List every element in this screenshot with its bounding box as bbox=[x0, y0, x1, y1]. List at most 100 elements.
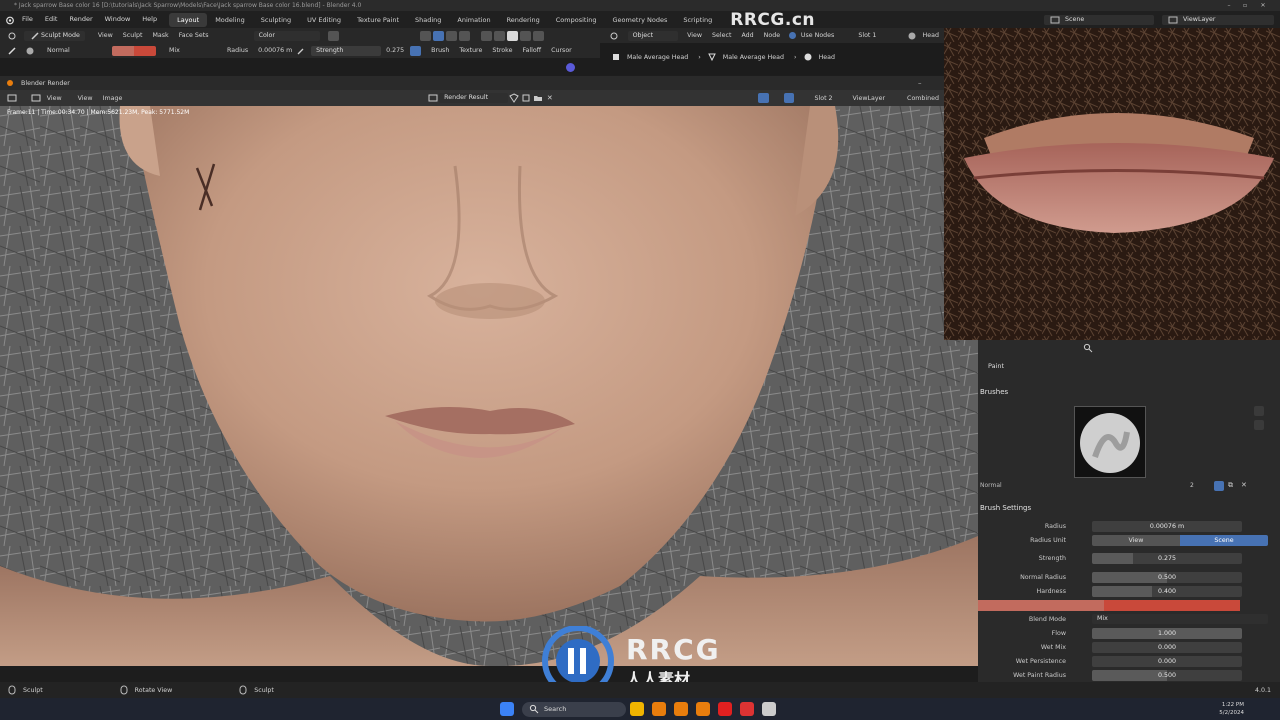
image-menu-view[interactable]: View bbox=[73, 95, 98, 102]
secondary-color-swatch[interactable] bbox=[134, 45, 156, 56]
chevron-down-icon[interactable] bbox=[1254, 406, 1264, 416]
scene-selector[interactable]: Scene bbox=[1044, 14, 1154, 25]
close-icon[interactable]: ✕ bbox=[544, 92, 556, 104]
y-mirror-toggle[interactable] bbox=[445, 30, 457, 41]
node-menu-select[interactable]: Select bbox=[707, 32, 736, 39]
menu-sculpt[interactable]: Sculpt bbox=[118, 32, 148, 39]
material-shading-icon[interactable] bbox=[519, 30, 531, 41]
tab-rendering[interactable]: Rendering bbox=[499, 13, 548, 27]
color-attribute-selector[interactable]: Color bbox=[253, 30, 320, 41]
blend-mode-selector[interactable]: Mix bbox=[164, 47, 222, 54]
minimize-icon[interactable]: – bbox=[1222, 0, 1236, 11]
viewlayer-selector[interactable]: ViewLayer bbox=[1162, 14, 1274, 25]
close-icon[interactable]: ✕ bbox=[1241, 481, 1247, 489]
duplicate-icon[interactable] bbox=[520, 92, 532, 104]
strength-pressure-toggle[interactable] bbox=[410, 45, 422, 56]
brush-name[interactable]: Normal bbox=[42, 47, 112, 54]
menu-cursor[interactable]: Cursor bbox=[546, 47, 577, 54]
brush-datablock-name[interactable]: Normal bbox=[980, 482, 1002, 489]
taskbar-search[interactable]: Search bbox=[522, 701, 626, 717]
radius-slider[interactable]: 0.00076 m bbox=[1092, 521, 1242, 532]
gizmo-toggle[interactable] bbox=[757, 93, 769, 103]
display-channels-toggle[interactable] bbox=[783, 93, 795, 103]
file-explorer-icon[interactable] bbox=[630, 702, 644, 716]
primary-color-field[interactable] bbox=[978, 600, 1104, 611]
strength-slider[interactable]: 0.275 bbox=[1092, 553, 1242, 564]
image-menu-image[interactable]: Image bbox=[98, 95, 128, 102]
secondary-color-field[interactable] bbox=[1104, 600, 1240, 611]
tab-geometry-nodes[interactable]: Geometry Nodes bbox=[605, 13, 676, 27]
overlay-icon[interactable] bbox=[480, 30, 492, 41]
render-pass-selector[interactable]: Combined bbox=[902, 95, 944, 102]
material-name[interactable]: Head bbox=[918, 32, 944, 39]
image-menu-view-mode[interactable]: View bbox=[42, 95, 67, 102]
pressure-icon[interactable] bbox=[295, 45, 307, 57]
menu-mask[interactable]: Mask bbox=[147, 32, 173, 39]
z-mirror-toggle[interactable] bbox=[458, 30, 470, 41]
strength-field[interactable]: Strength bbox=[311, 45, 382, 56]
unit-scene-button[interactable]: Scene bbox=[1180, 535, 1268, 546]
strength-value[interactable]: 0.275 bbox=[381, 47, 409, 54]
opera-icon[interactable] bbox=[718, 702, 732, 716]
shader-editor-icon[interactable] bbox=[608, 30, 620, 42]
tab-scripting[interactable]: Scripting bbox=[675, 13, 720, 27]
fake-user-toggle[interactable] bbox=[1214, 481, 1224, 491]
menu-window[interactable]: Window bbox=[99, 11, 137, 28]
image-browse-icon[interactable] bbox=[427, 92, 439, 104]
brush-settings-title[interactable]: Brush Settings bbox=[980, 504, 1031, 512]
menu-stroke[interactable]: Stroke bbox=[487, 47, 517, 54]
open-folder-icon[interactable] bbox=[532, 92, 544, 104]
node-menu-view[interactable]: View bbox=[682, 32, 707, 39]
render-result-image[interactable]: Frame:11 | Time:00:34.70 | Mem:5621.23M,… bbox=[0, 106, 978, 666]
render-viewlayer-selector[interactable]: ViewLayer bbox=[848, 95, 891, 102]
recorder-icon[interactable] bbox=[740, 702, 754, 716]
blender-app-icon-2[interactable] bbox=[674, 702, 688, 716]
blend-mode-selector[interactable]: Mix bbox=[1092, 614, 1268, 624]
tab-shading[interactable]: Shading bbox=[407, 13, 449, 27]
tab-layout[interactable]: Layout bbox=[169, 12, 208, 27]
shader-type-selector[interactable]: Object bbox=[627, 30, 679, 41]
material-slot-selector[interactable]: Slot 1 bbox=[853, 32, 900, 39]
x-mirror-toggle[interactable] bbox=[432, 30, 444, 41]
blender-logo-icon[interactable] bbox=[4, 14, 16, 26]
use-nodes-checkbox[interactable] bbox=[789, 32, 796, 39]
duplicate-icon[interactable]: ⧉ bbox=[1228, 481, 1233, 490]
tab-compositing[interactable]: Compositing bbox=[548, 13, 605, 27]
navigation-gizmo-icon[interactable] bbox=[566, 63, 575, 72]
menu-edit[interactable]: Edit bbox=[39, 11, 64, 28]
brushes-panel-title[interactable]: Brushes bbox=[980, 388, 1008, 396]
brush-tool-icon[interactable] bbox=[6, 45, 18, 57]
brush-preview[interactable] bbox=[1074, 406, 1146, 478]
maximize-icon[interactable]: ▫ bbox=[1238, 0, 1252, 11]
flow-slider[interactable]: 1.000 bbox=[1092, 628, 1242, 639]
fake-user-icon[interactable] bbox=[508, 92, 520, 104]
menu-texture[interactable]: Texture bbox=[454, 47, 487, 54]
rendered-shading-icon[interactable] bbox=[532, 30, 544, 41]
primary-color-swatch[interactable] bbox=[112, 45, 134, 56]
editor-type-icon[interactable] bbox=[6, 30, 18, 42]
minimize-icon[interactable]: – bbox=[918, 79, 922, 87]
menu-file[interactable]: File bbox=[16, 11, 39, 28]
node-menu-add[interactable]: Add bbox=[736, 32, 758, 39]
tab-sculpting[interactable]: Sculpting bbox=[253, 13, 299, 27]
wireframe-shading-icon[interactable] bbox=[493, 30, 505, 41]
node-menu-node[interactable]: Node bbox=[759, 32, 785, 39]
unit-view-button[interactable]: View bbox=[1092, 535, 1180, 546]
menu-brush[interactable]: Brush bbox=[426, 47, 454, 54]
brush-browse-icon[interactable] bbox=[1254, 420, 1264, 430]
tab-texture-paint[interactable]: Texture Paint bbox=[349, 13, 407, 27]
solid-shading-icon[interactable] bbox=[506, 30, 518, 41]
hardness-slider[interactable]: 0.400 bbox=[1092, 586, 1242, 597]
wet-paint-radius-slider[interactable]: 0.500 bbox=[1092, 670, 1242, 681]
close-icon[interactable]: ✕ bbox=[1256, 0, 1270, 11]
menu-view[interactable]: View bbox=[93, 32, 118, 39]
render-slot-selector[interactable]: Slot 2 bbox=[809, 95, 837, 102]
menu-face-sets[interactable]: Face Sets bbox=[174, 32, 214, 39]
obs-icon[interactable] bbox=[762, 702, 776, 716]
wet-mix-slider[interactable]: 0.000 bbox=[1092, 642, 1242, 653]
blender-app-icon-3[interactable] bbox=[696, 702, 710, 716]
menu-falloff[interactable]: Falloff bbox=[517, 47, 546, 54]
tab-uv-editing[interactable]: UV Editing bbox=[299, 13, 349, 27]
view-mode-icon[interactable] bbox=[30, 92, 42, 104]
mode-selector[interactable]: Sculpt Mode bbox=[24, 30, 85, 41]
